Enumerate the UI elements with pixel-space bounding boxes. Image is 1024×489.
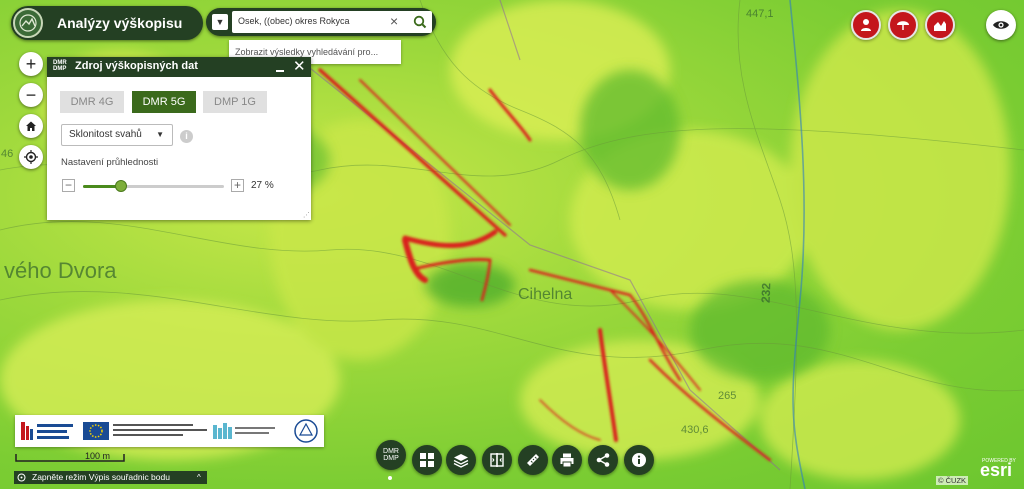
resize-handle-icon[interactable]: ⋰	[303, 212, 310, 219]
eu-logos-icon	[21, 419, 318, 443]
opacity-slider[interactable]	[83, 180, 224, 192]
search-source-dropdown[interactable]: ▼	[212, 14, 228, 30]
info-icon[interactable]: i	[180, 130, 193, 143]
search-icon[interactable]	[410, 12, 430, 32]
close-icon[interactable]: ✕	[293, 57, 306, 77]
tab-dmp-1g[interactable]: DMP 1G	[203, 91, 267, 113]
data-source-panel: DMR DMP Zdroj výškopisných dat ✕ DMR 4G …	[47, 57, 311, 220]
data-source-label-1: DMR	[383, 448, 399, 455]
map-label-elevation-top: 447,1	[746, 8, 774, 20]
map-label-place-center: Cihelna	[518, 286, 573, 303]
viewshed-tool-button[interactable]	[888, 10, 918, 40]
elevation-profile-button[interactable]	[925, 10, 955, 40]
target-icon	[17, 473, 26, 482]
measure-button[interactable]	[518, 445, 548, 475]
app-title: Analýzy výškopisu	[57, 15, 183, 31]
data-source-button[interactable]: DMR DMP	[376, 440, 406, 470]
app-header: Analýzy výškopisu	[11, 6, 203, 40]
cuzk-attribution[interactable]: © ČUZK	[936, 476, 969, 485]
layer-select[interactable]: Sklonitost svahů ▼	[61, 124, 173, 146]
search-input[interactable]	[238, 14, 383, 28]
opacity-increase-button[interactable]: +	[231, 179, 244, 192]
zoom-out-button[interactable]: −	[19, 83, 43, 107]
panel-header[interactable]: DMR DMP Zdroj výškopisných dat ✕	[47, 57, 311, 77]
print-button[interactable]	[552, 445, 582, 475]
tab-dmr-5g[interactable]: DMR 5G	[132, 91, 196, 113]
app-logo-icon[interactable]	[13, 8, 43, 38]
opacity-value: 27 %	[251, 180, 274, 191]
visibility-button[interactable]	[986, 10, 1016, 40]
panel-title: Zdroj výškopisných dat	[75, 60, 198, 72]
layers-icon	[453, 454, 469, 468]
swipe-icon	[490, 453, 504, 467]
layers-button[interactable]	[446, 445, 476, 475]
esri-logo[interactable]: esri	[980, 460, 1012, 481]
minus-icon: −	[25, 84, 37, 105]
dmr-dmp-badge: DMR DMP	[53, 60, 67, 72]
active-indicator	[388, 476, 392, 480]
opacity-slider-handle[interactable]	[115, 180, 128, 192]
search-bar: ▼ ×	[206, 8, 436, 36]
caret-down-icon: ▼	[215, 17, 225, 27]
data-source-label-2: DMP	[383, 455, 399, 462]
map-label-elevation-265: 265	[718, 390, 737, 402]
swipe-compare-button[interactable]	[482, 445, 512, 475]
basemap-gallery-button[interactable]	[412, 445, 442, 475]
coordinate-toggle-label: Zapněte režim Výpis souřadnic bodu	[32, 472, 170, 482]
coordinate-toggle[interactable]: Zapněte režim Výpis souřadnic bodu ^	[14, 471, 207, 484]
tab-dmr-4g[interactable]: DMR 4G	[60, 91, 124, 113]
funding-logos	[15, 415, 324, 447]
grid-icon	[420, 453, 434, 467]
printer-icon	[560, 453, 574, 468]
plus-icon: +	[25, 53, 37, 74]
minimize-icon[interactable]	[275, 61, 285, 73]
profile-tool-button[interactable]	[851, 10, 881, 40]
area-chart-icon	[934, 21, 946, 31]
badge-line-2: DMP	[53, 66, 67, 72]
scale-label: 100 m	[85, 451, 111, 461]
opacity-decrease-button[interactable]: −	[62, 179, 75, 192]
chevron-up-icon[interactable]: ^	[197, 471, 201, 484]
about-button[interactable]	[624, 445, 654, 475]
umbrella-icon	[897, 21, 909, 30]
map-label-elevation-left: 46	[1, 148, 14, 160]
ruler-icon	[527, 454, 539, 466]
crosshair-icon	[24, 150, 38, 164]
zoom-in-button[interactable]: +	[19, 52, 43, 76]
clear-search-icon[interactable]: ×	[390, 13, 398, 29]
map-label-elevation-430: 430,6	[681, 424, 709, 436]
layer-select-value: Sklonitost svahů	[69, 129, 142, 140]
caret-down-icon: ▼	[156, 130, 164, 139]
home-icon	[26, 121, 36, 131]
map-label-road-number: 232	[758, 282, 774, 304]
info-circle-icon	[632, 453, 646, 467]
user-location-icon	[861, 19, 871, 31]
share-button[interactable]	[588, 445, 618, 475]
search-box: ×	[232, 11, 432, 33]
opacity-label: Nastavení průhlednosti	[61, 157, 159, 168]
share-icon	[596, 453, 610, 467]
map-label-place-left: vého Dvora	[4, 258, 117, 283]
eye-icon	[993, 21, 1009, 29]
home-button[interactable]	[19, 114, 43, 138]
locate-button[interactable]	[19, 145, 43, 169]
